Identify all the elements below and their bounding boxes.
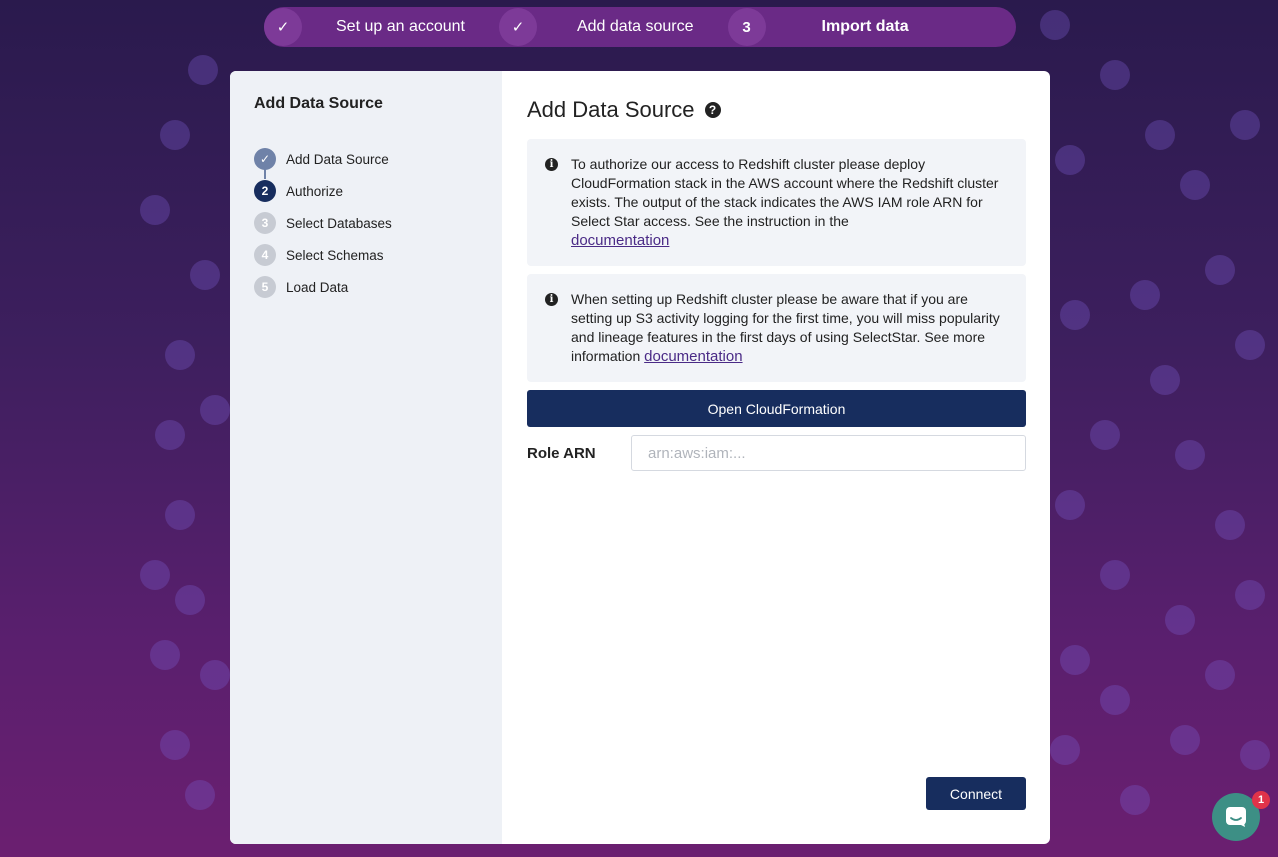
top-step-label: Set up an account [336, 18, 465, 35]
background-dot [200, 395, 230, 425]
sidebar-step-select-schemas: 4 Select Schemas [254, 239, 478, 271]
step-number: 3 [254, 212, 276, 234]
background-dot [1205, 660, 1235, 690]
info-icon: i [545, 293, 558, 306]
background-dot [200, 660, 230, 690]
top-step-3: 3 Import data [727, 7, 909, 47]
main-panel: Add Data Source ? i To authorize our acc… [502, 71, 1050, 844]
background-dot [1055, 145, 1085, 175]
help-icon[interactable]: ? [704, 102, 721, 118]
background-dot [188, 55, 218, 85]
role-arn-input[interactable] [631, 435, 1026, 471]
check-icon: ✓ [254, 148, 276, 170]
background-dot [1100, 60, 1130, 90]
background-dot [190, 260, 220, 290]
background-dot [1130, 280, 1160, 310]
background-dot [160, 730, 190, 760]
step-number: 5 [254, 276, 276, 298]
open-cloudformation-button[interactable]: Open CloudFormation [527, 390, 1026, 427]
background-dot [1230, 110, 1260, 140]
top-step-1: ✓ Set up an account [264, 7, 465, 47]
step-number: 4 [254, 244, 276, 266]
sidebar-step-label: Select Schemas [286, 247, 384, 263]
top-step-label: Add data source [576, 18, 694, 35]
sidebar-step-add-data-source: ✓ Add Data Source [254, 143, 478, 179]
background-dot [1055, 490, 1085, 520]
background-dot [165, 500, 195, 530]
background-dot [165, 340, 195, 370]
background-dot [1205, 255, 1235, 285]
onboarding-stepper: ✓ Set up an account ✓ Add data source 3 … [264, 7, 1016, 47]
check-icon: ✓ [264, 8, 302, 46]
page-title: Add Data Source [527, 97, 695, 122]
sidebar-step-label: Load Data [286, 279, 349, 295]
info-icon: i [545, 158, 558, 171]
background-dot [185, 780, 215, 810]
documentation-link[interactable]: documentation [571, 232, 669, 249]
sidebar-step-label: Select Databases [286, 215, 392, 231]
sidebar-step-label: Authorize [286, 183, 344, 199]
role-arn-field: Role ARN [527, 435, 1026, 471]
background-dot [1235, 580, 1265, 610]
background-dot [1175, 440, 1205, 470]
step-number: 2 [254, 180, 276, 202]
step-number: 3 [727, 8, 766, 46]
background-dot [1145, 120, 1175, 150]
background-dot [1060, 300, 1090, 330]
background-dot [1240, 740, 1270, 770]
authorize-info-note: i To authorize our access to Redshift cl… [527, 139, 1026, 266]
sidebar-step-load-data: 5 Load Data [254, 271, 478, 303]
background-dot [160, 120, 190, 150]
sidebar-step-select-databases: 3 Select Databases [254, 207, 478, 239]
connect-button[interactable]: Connect [926, 777, 1026, 810]
top-step-label: Import data [821, 18, 909, 35]
background-dot [1170, 725, 1200, 755]
notification-badge: 1 [1252, 791, 1270, 809]
background-dot [1040, 10, 1070, 40]
background-dot [155, 420, 185, 450]
note-text: To authorize our access to Redshift clus… [571, 156, 999, 229]
role-arn-label: Role ARN [527, 444, 596, 462]
background-dot [1050, 735, 1080, 765]
sidebar-step-authorize: 2 Authorize [254, 175, 478, 207]
check-icon: ✓ [498, 8, 537, 46]
top-step-2: ✓ Add data source [498, 7, 694, 47]
background-dot [1180, 170, 1210, 200]
documentation-link[interactable]: documentation [644, 348, 742, 365]
chat-icon [1226, 807, 1246, 827]
background-dot [1215, 510, 1245, 540]
background-dot [1235, 330, 1265, 360]
background-dot [1165, 605, 1195, 635]
background-dot [140, 560, 170, 590]
background-dot [1120, 785, 1150, 815]
background-dot [1100, 685, 1130, 715]
background-dot [1150, 365, 1180, 395]
background-dot [150, 640, 180, 670]
sidebar-title: Add Data Source [254, 95, 383, 112]
background-dot [1060, 645, 1090, 675]
page-title-row: Add Data Source ? [527, 97, 1026, 123]
logging-info-note: i When setting up Redshift cluster pleas… [527, 274, 1026, 382]
add-data-source-dialog: Add Data Source ✓ Add Data Source 2 Auth… [230, 71, 1050, 844]
wizard-sidebar: Add Data Source ✓ Add Data Source 2 Auth… [230, 71, 502, 844]
sidebar-step-label: Add Data Source [286, 151, 389, 167]
background-dot [1090, 420, 1120, 450]
background-dot [140, 195, 170, 225]
background-dot [1100, 560, 1130, 590]
note-text: When setting up Redshift cluster please … [571, 291, 1000, 364]
background-dot [175, 585, 205, 615]
